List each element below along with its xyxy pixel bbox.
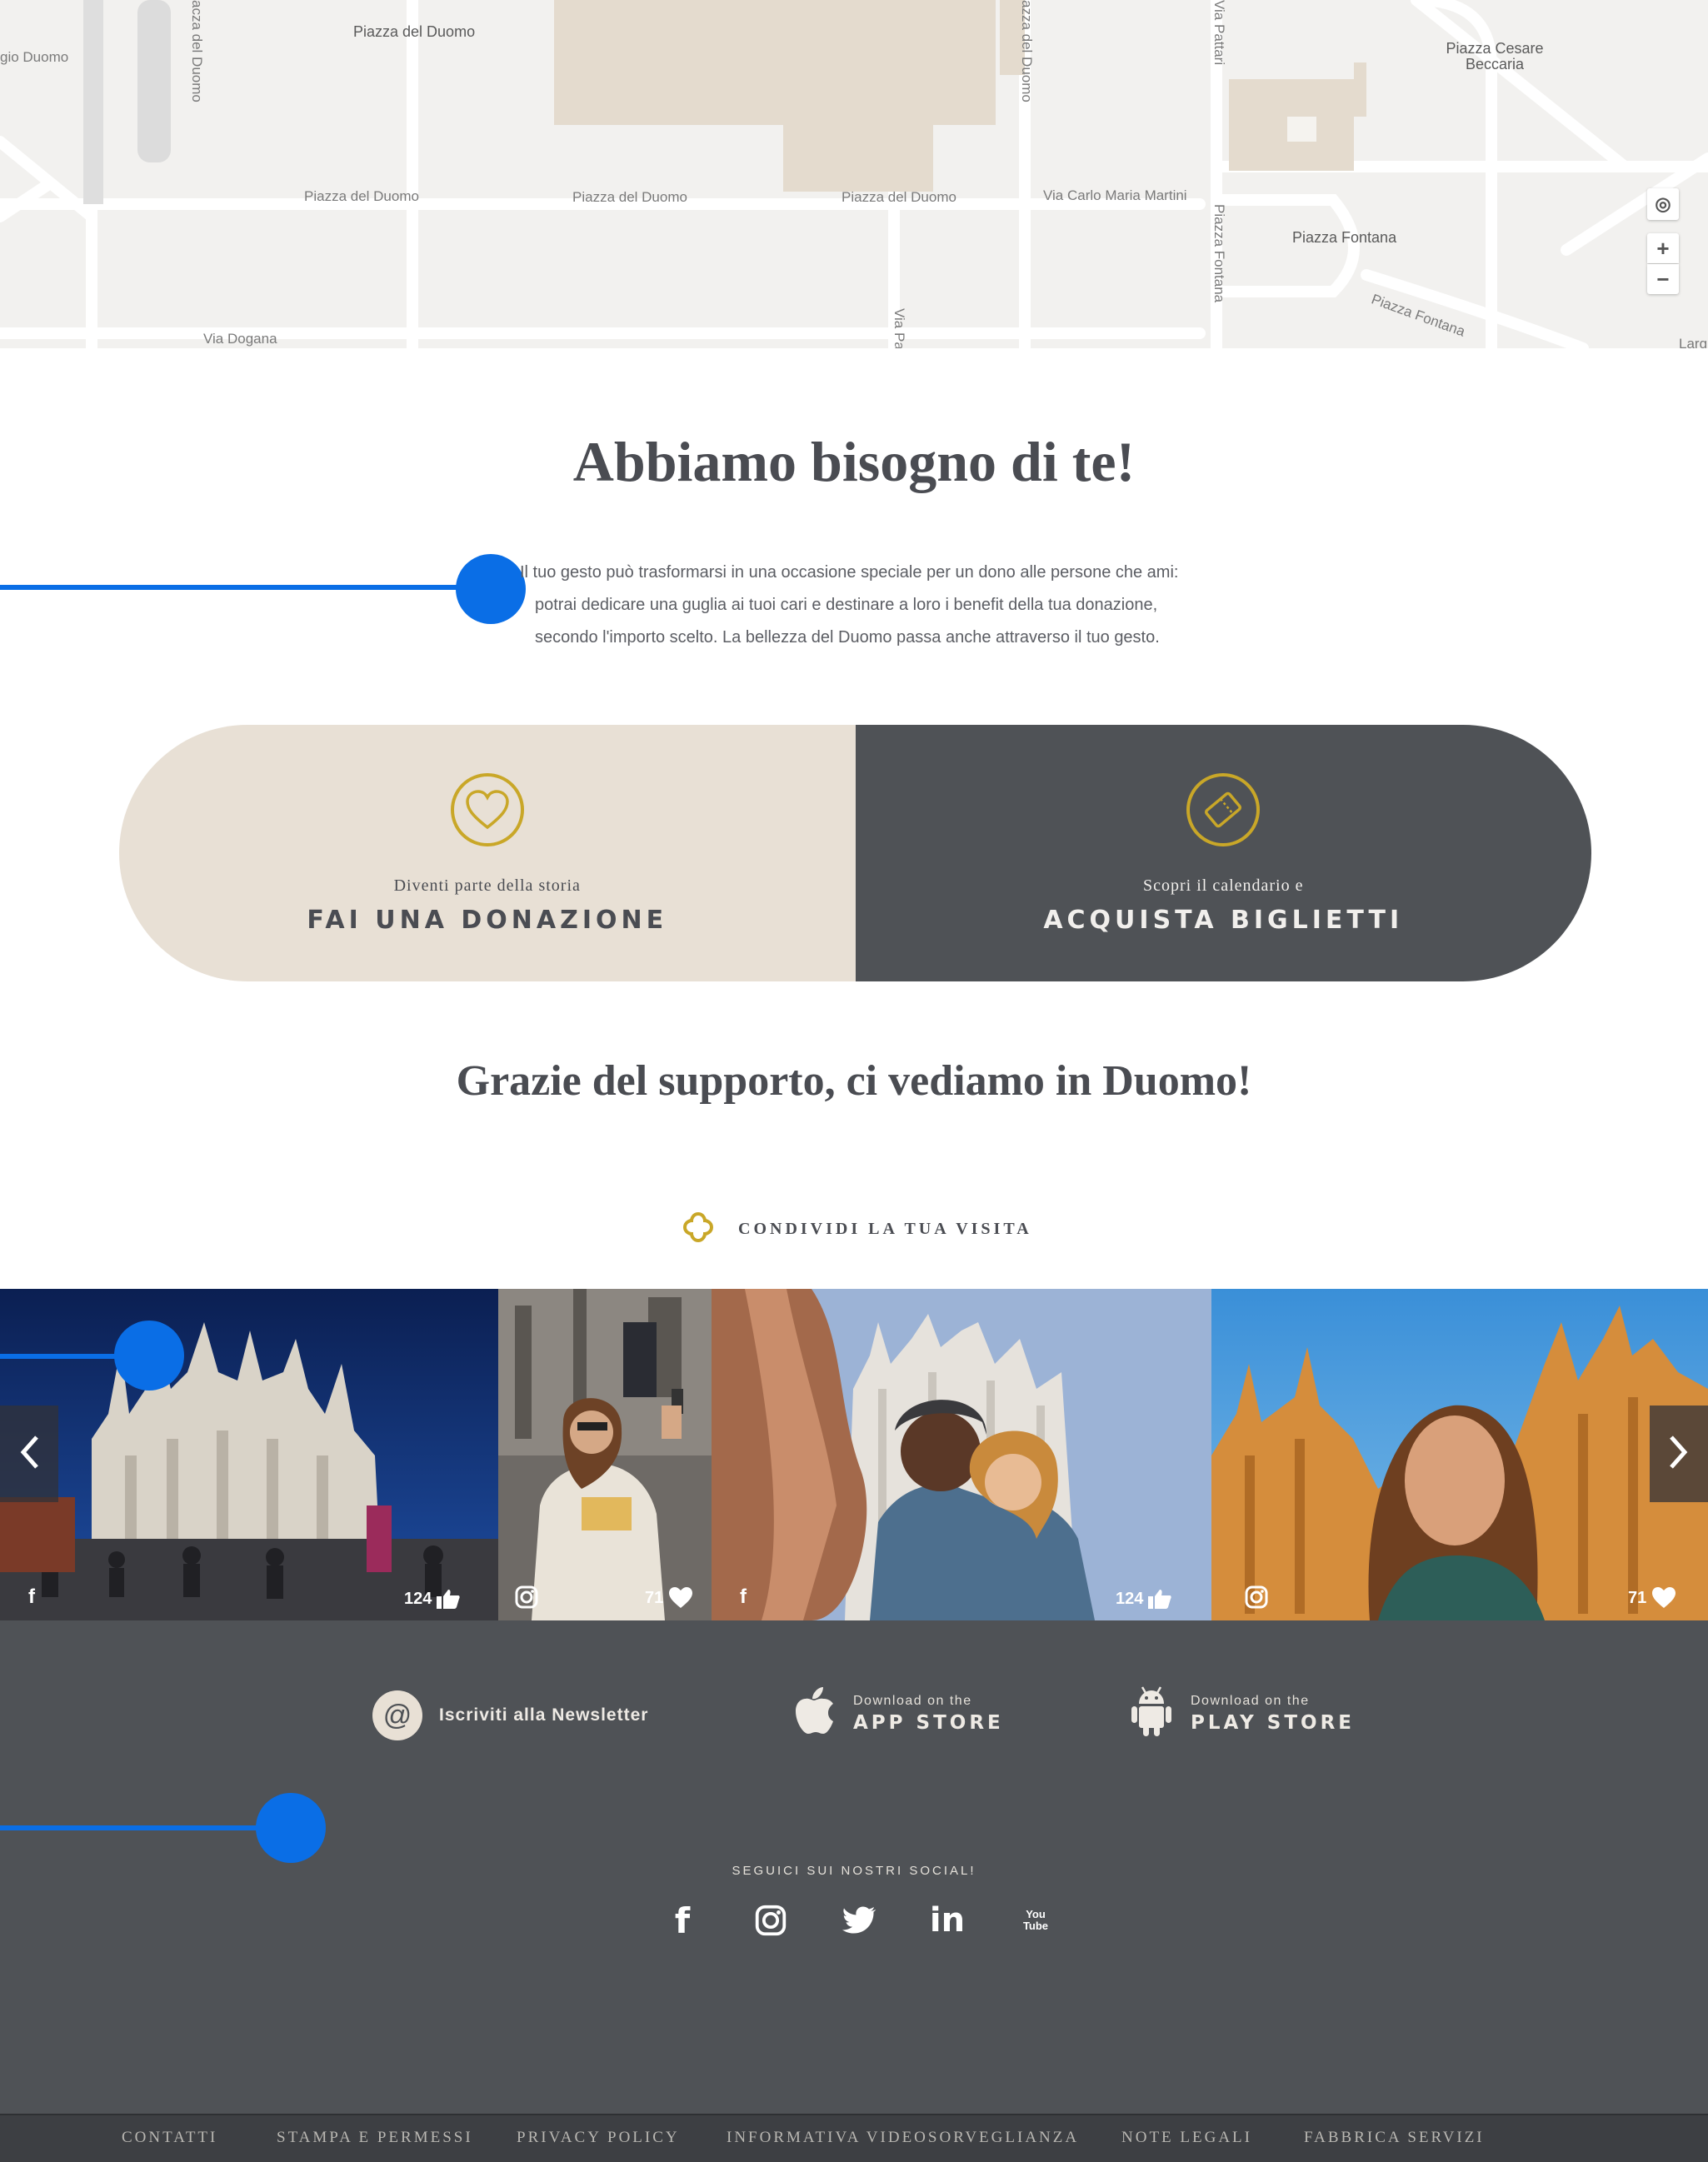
- thumbs-up-icon: [1148, 1589, 1172, 1609]
- tickets-subtitle: Scopri il calendario e: [1143, 876, 1304, 895]
- chevron-right-icon: [1668, 1434, 1690, 1475]
- map-label-duomo-west: gio Duomo: [0, 49, 69, 65]
- map-label-piazza-cesare: Piazza Cesare Beccaria: [1446, 40, 1544, 72]
- linkedin-glyph: in: [929, 1901, 966, 1940]
- map-street-piazza-duomo-3: Piazza del Duomo: [842, 189, 956, 205]
- photo-gallery: f 124 71 f 124 71: [0, 1289, 1708, 1620]
- map-street-via-dogana: Via Dogana: [203, 331, 277, 347]
- map-street-piazza-duomo-2: Piazza del Duomo: [572, 189, 687, 205]
- tickets-button[interactable]: Scopri il calendario e ACQUISTA BIGLIETT…: [855, 725, 1591, 981]
- heart-icon: [450, 773, 524, 846]
- facebook-glyph: f: [674, 1900, 691, 1941]
- tickets-label: ACQUISTA BIGLIETTI: [1043, 906, 1404, 935]
- photo-1-likes: 124: [404, 1589, 461, 1609]
- link-videosorveglianza[interactable]: INFORMATIVA VIDEOSORVEGLIANZA: [727, 2129, 1079, 2147]
- heart-icon: [1651, 1587, 1676, 1609]
- at-icon: @: [372, 1690, 422, 1740]
- page: { "map": { "labels": { "piazza_duomo_top…: [0, 0, 1708, 2162]
- photo-2-likes: 71: [645, 1587, 693, 1609]
- instagram-icon: [1245, 1585, 1268, 1609]
- photo-2-like-count: 71: [645, 1588, 664, 1607]
- twitter-icon[interactable]: [839, 1900, 879, 1940]
- youtube-icon[interactable]: You Tube: [1016, 1900, 1056, 1940]
- play-store-link[interactable]: Download on the PLAY STORE: [1129, 1685, 1355, 1741]
- gallery-photo-1[interactable]: f 124: [0, 1289, 498, 1620]
- link-privacy-policy[interactable]: PRIVACY POLICY: [517, 2129, 680, 2147]
- linkedin-icon[interactable]: in: [927, 1900, 967, 1940]
- app-store-small: Download on the: [853, 1693, 972, 1708]
- photo-3-like-count: 124: [1116, 1589, 1144, 1608]
- apple-icon: [792, 1685, 837, 1741]
- footer: @ Iscriviti alla Newsletter Download on …: [0, 1620, 1708, 2114]
- cta-pill: Diventi parte della storia FAI UNA DONAZ…: [119, 725, 1591, 981]
- section-title: Abbiamo bisogno di te!: [572, 430, 1136, 493]
- facebook-icon: f: [28, 1585, 35, 1608]
- annotation-line-3: [0, 1825, 283, 1830]
- donation-button[interactable]: Diventi parte della storia FAI UNA DONAZ…: [119, 725, 856, 981]
- share-visit-link[interactable]: CONDIVIDI LA TUA VISITA: [682, 1211, 1032, 1248]
- gallery-next-button[interactable]: [1650, 1406, 1708, 1502]
- thumbs-up-icon: [437, 1589, 461, 1609]
- instagram-icon: [515, 1585, 538, 1609]
- chevron-left-icon: [18, 1434, 40, 1475]
- map-street-piazza-duomo-v2: acza del Duomo: [189, 0, 205, 102]
- annotation-line-1: [0, 585, 467, 590]
- donation-label: FAI UNA DONAZIONE: [307, 906, 668, 935]
- map[interactable]: Piazza del Duomo gio Duomo Piazza Cesare…: [0, 0, 1708, 348]
- link-note-legali[interactable]: NOTE LEGALI: [1121, 2129, 1252, 2147]
- heart-icon: [668, 1587, 693, 1609]
- map-street-larg: Larg: [1679, 336, 1708, 348]
- annotation-dot-1: [456, 554, 526, 624]
- link-contatti[interactable]: CONTATTI: [122, 2129, 217, 2147]
- photo-4-like-count: 71: [1628, 1588, 1647, 1607]
- facebook-icon[interactable]: f: [662, 1900, 702, 1941]
- bottom-nav: CONTATTI STAMPA E PERMESSI PRIVACY POLIC…: [0, 2114, 1708, 2162]
- map-label-piazza-fontana: Piazza Fontana: [1292, 229, 1397, 246]
- photo-1-like-count: 124: [404, 1589, 432, 1608]
- photo-4-likes: 71: [1628, 1587, 1676, 1609]
- youtube-glyph: You Tube: [1022, 1908, 1049, 1932]
- android-icon: [1129, 1685, 1174, 1741]
- ticket-icon: [1186, 773, 1261, 846]
- annotation-dot-3: [256, 1793, 326, 1863]
- annotation-dot-2: [114, 1321, 184, 1391]
- gallery-photo-4[interactable]: 71: [1211, 1289, 1708, 1620]
- instagram-icon[interactable]: [751, 1900, 791, 1940]
- map-street-via-pattari: Via Pattari: [1211, 0, 1227, 66]
- share-visit-label: CONDIVIDI LA TUA VISITA: [738, 1220, 1032, 1238]
- facebook-icon: f: [740, 1585, 747, 1608]
- quatrefoil-icon: [682, 1211, 715, 1248]
- intro-text: Il tuo gesto può trasformarsi in una occ…: [520, 557, 1186, 654]
- map-street-piazza-fontana-v: Piazza Fontana: [1211, 204, 1227, 303]
- map-street-piazza-duomo-v: azza del Duomo: [1019, 0, 1035, 102]
- app-store-label: APP STORE: [853, 1711, 1004, 1734]
- social-links: f in You Tube: [662, 1900, 1056, 1941]
- play-store-small: Download on the: [1191, 1693, 1310, 1708]
- intro-line-1: Il tuo gesto può trasformarsi in una occ…: [520, 563, 1179, 582]
- map-street-carlo-maria-martini: Via Carlo Maria Martini: [1043, 187, 1187, 203]
- intro-line-2: potrai dedicare una guglia ai tuoi cari …: [535, 596, 1158, 614]
- newsletter-label: Iscriviti alla Newsletter: [439, 1705, 649, 1725]
- play-store-label: PLAY STORE: [1191, 1711, 1356, 1734]
- gallery-photo-2[interactable]: 71: [498, 1289, 712, 1620]
- link-fabbrica-servizi[interactable]: FABBRICA SERVIZI: [1304, 2129, 1485, 2147]
- newsletter-link[interactable]: @ Iscriviti alla Newsletter: [372, 1690, 648, 1740]
- locate-button[interactable]: ◎: [1647, 188, 1679, 220]
- gallery-photo-3[interactable]: f 124: [712, 1289, 1211, 1620]
- zoom-out-button[interactable]: −: [1647, 264, 1679, 294]
- map-street-piazza-duomo-1: Piazza del Duomo: [304, 188, 419, 204]
- link-stampa-permessi[interactable]: STAMPA E PERMESSI: [277, 2129, 473, 2147]
- social-title: SEGUICI SUI NOSTRI SOCIAL!: [732, 1864, 976, 1878]
- thanks-heading: Grazie del supporto, ci vediamo in Duomo…: [456, 1057, 1252, 1105]
- photo-3-likes: 124: [1116, 1589, 1172, 1609]
- donation-subtitle: Diventi parte della storia: [393, 876, 581, 895]
- app-store-link[interactable]: Download on the APP STORE: [792, 1685, 1004, 1741]
- intro-line-3: secondo l'importo scelto. La bellezza de…: [535, 628, 1160, 647]
- gallery-prev-button[interactable]: [0, 1406, 58, 1502]
- map-street-via-pa: Via Pa: [891, 308, 907, 348]
- zoom-in-button[interactable]: +: [1647, 233, 1679, 263]
- map-label-piazza-duomo: Piazza del Duomo: [353, 23, 476, 40]
